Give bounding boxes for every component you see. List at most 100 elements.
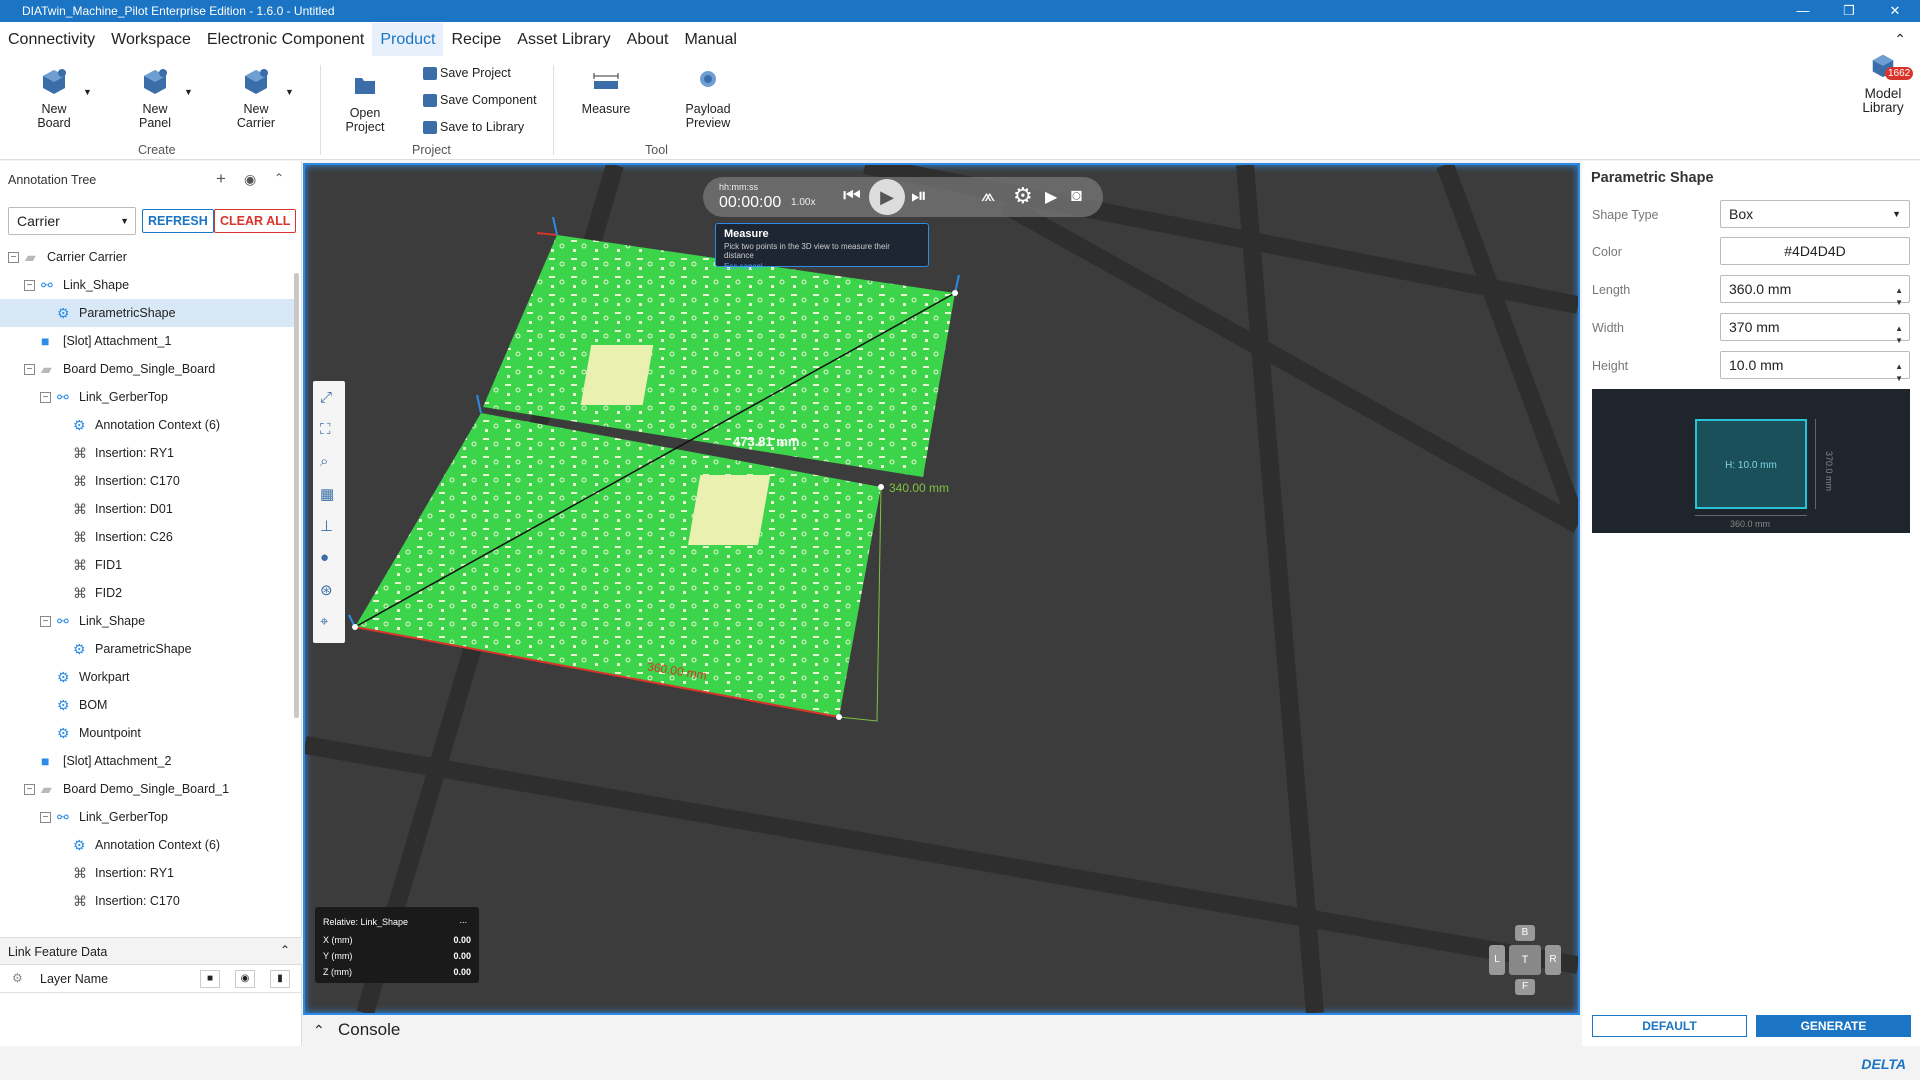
visibility-eye-icon[interactable]: ◉ [244,171,256,188]
tree-item[interactable]: ⚙ Mountpoint [0,719,294,747]
generate-button[interactable]: GENERATE [1756,1015,1911,1037]
collapse-toggle-icon[interactable]: − [24,363,35,375]
close-icon[interactable]: ✕ [1872,0,1918,22]
panel-title: Parametric Shape [1591,170,1714,186]
save-to-library-button[interactable]: Save to Library [423,120,524,134]
menu-manual[interactable]: Manual [676,23,744,56]
default-button[interactable]: DEFAULT [1592,1015,1747,1037]
tree-scrollbar[interactable] [294,273,299,718]
play-icon[interactable]: ▶ [869,179,905,215]
tree-item[interactable]: ⌘ Insertion: C26 [0,523,294,551]
open-project-button[interactable]: Open Project [340,71,390,134]
tree-item[interactable]: ⚙ BOM [0,691,294,719]
view-right-button[interactable]: R [1545,945,1561,975]
skip-to-start-icon[interactable]: ⏮ [843,185,861,208]
tree-item[interactable]: ■ [Slot] Attachment_2 [0,747,294,775]
tree-item[interactable]: − ⚯ Link_GerberTop [0,383,294,411]
menu-product[interactable]: Product [372,23,444,56]
payload-preview-button[interactable]: Payload Preview [680,67,736,130]
new-carrier-icon [245,69,268,94]
shape-type-select[interactable]: Box ▼ [1720,200,1910,228]
zoom-icon[interactable]: ⌕ [320,453,328,470]
menu-about[interactable]: About [619,23,677,56]
collapse-toggle-icon[interactable]: − [40,391,51,403]
save-project-button[interactable]: Save Project [423,66,511,80]
lock-icon[interactable]: ■ [200,970,220,988]
length-input[interactable]: 360.0 mm ▲ ▼ [1720,275,1910,307]
new-panel-button[interactable]: New Panel [131,67,179,130]
video-camera-icon[interactable]: ▶ [1045,187,1057,207]
width-input[interactable]: 370 mm ▲ ▼ [1720,313,1910,345]
tree-item[interactable]: ⌘ Insertion: D01 [0,495,294,523]
tree-filter-select[interactable]: Carrier ▼ [8,207,136,235]
menu-recipe[interactable]: Recipe [443,23,509,56]
measure-button[interactable]: Measure [578,67,634,116]
menu-workspace[interactable]: Workspace [103,23,199,56]
new-carrier-dropdown-icon[interactable]: ▼ [285,87,294,97]
tree-item[interactable]: ⌘ Insertion: C170 [0,467,294,495]
collapse-ribbon-icon[interactable]: ⌃ [1894,31,1906,48]
3d-viewport[interactable]: 473.81 mm 340.00 mm 360.00 mm hh:mm:ss 0… [303,163,1580,1015]
new-carrier-button[interactable]: New Carrier [232,67,280,130]
grid-icon[interactable]: ▦ [320,485,334,503]
clear-all-button[interactable]: CLEAR ALL [214,209,297,233]
sphere-icon[interactable]: ● [320,549,329,566]
collapse-toggle-icon[interactable]: − [24,279,35,291]
view-back-button[interactable]: B [1515,925,1535,941]
eye-icon[interactable]: ◉ [235,970,255,988]
coords-more-icon[interactable]: ... [459,915,467,925]
collapse-panel-icon[interactable]: ⌃ [274,171,284,185]
collapse-toggle-icon[interactable]: − [40,811,51,823]
fit-selection-icon[interactable]: ⛶ [320,421,331,438]
expand-console-icon[interactable]: ⌃ [313,1015,325,1045]
tree-item[interactable]: − ⚯ Link_Shape [0,607,294,635]
tree-item[interactable]: − ▰ Board Demo_Single_Board [0,355,294,383]
tree-item[interactable]: ⌘ Insertion: C170 [0,887,294,915]
menu-asset-library[interactable]: Asset Library [509,23,618,56]
tree-item[interactable]: ⚙ ParametricShape [0,635,294,663]
orbit-icon[interactable]: ⊛ [320,581,333,599]
console-bar[interactable]: ⌃ Console [303,1015,1580,1045]
new-panel-dropdown-icon[interactable]: ▼ [184,87,193,97]
gear-icon[interactable]: ⚙ [1013,183,1033,209]
tree-item[interactable]: − ▰ Carrier Carrier [0,243,294,271]
model-library-button[interactable]: 1662 Model Library [1855,51,1914,115]
focus-icon[interactable]: ⌖ [320,613,328,630]
collapse-link-feature-icon[interactable]: ⌃ [280,943,290,957]
axes-icon[interactable]: ⊥ [320,517,333,535]
collapse-toggle-icon[interactable]: − [8,251,19,263]
tree-item[interactable]: ⚙ Workpart [0,663,294,691]
menu-electronic-component[interactable]: Electronic Component [199,23,372,56]
minimize-icon[interactable]: — [1780,0,1826,22]
refresh-button[interactable]: REFRESH [142,209,214,233]
tree-item[interactable]: ■ [Slot] Attachment_1 [0,327,294,355]
color-input[interactable]: #4D4D4D [1720,237,1910,265]
tree-item[interactable]: − ▰ Board Demo_Single_Board_1 [0,775,294,803]
camera-icon[interactable]: ◙ [1071,185,1082,206]
tree-item[interactable]: ⌘ Insertion: RY1 [0,439,294,467]
tree-item[interactable]: ⌘ FID1 [0,551,294,579]
tree-item[interactable]: ⌘ Insertion: RY1 [0,859,294,887]
restore-icon[interactable]: ❐ [1826,0,1872,22]
tree-item[interactable]: ⚙ Annotation Context (6) [0,831,294,859]
height-input[interactable]: 10.0 mm ▲ ▼ [1720,351,1910,383]
robot-arm-icon[interactable]: ⩕ [981,185,995,206]
tree-item[interactable]: ⚙ Annotation Context (6) [0,411,294,439]
tree-item[interactable]: − ⚯ Link_Shape [0,271,294,299]
tree-item[interactable]: ⌘ FID2 [0,579,294,607]
fit-all-icon[interactable]: ⤢ [320,389,332,406]
save-component-button[interactable]: Save Component [423,93,537,107]
add-icon[interactable]: + [216,169,226,189]
new-board-dropdown-icon[interactable]: ▼ [83,87,92,97]
trash-icon[interactable]: ▮ [270,970,290,988]
collapse-toggle-icon[interactable]: − [24,783,35,795]
view-top-button[interactable]: T [1509,945,1541,975]
collapse-toggle-icon[interactable]: − [40,615,51,627]
tree-item[interactable]: ⚙ ParametricShape [0,299,294,327]
step-forward-icon[interactable]: ⏯ [911,185,927,208]
menu-connectivity[interactable]: Connectivity [0,23,103,56]
tree-item[interactable]: − ⚯ Link_GerberTop [0,803,294,831]
new-board-button[interactable]: New Board [30,67,78,130]
view-front-button[interactable]: F [1515,979,1535,995]
view-left-button[interactable]: L [1489,945,1505,975]
